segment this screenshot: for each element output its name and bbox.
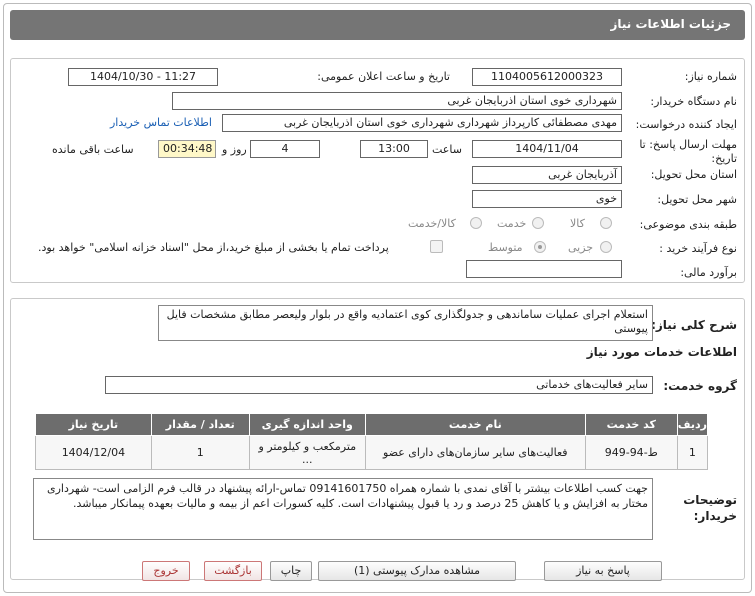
need-number-field[interactable]: 1104005612000323 (472, 68, 622, 86)
category-goods-label: کالا (570, 217, 585, 230)
buyer-org-field[interactable]: شهرداری خوی استان اذربایجان غربی (172, 92, 622, 110)
cell-name: فعالیت‌های سایر سازمان‌های دارای عضو (364, 435, 586, 470)
cell-qty: 1 (150, 435, 250, 470)
table-row[interactable]: 1 ط-94-949 فعالیت‌های سایر سازمان‌های دا… (35, 435, 709, 470)
announce-label: تاریخ و ساعت اعلان عمومی: (317, 70, 450, 83)
print-button[interactable]: چاپ (270, 561, 312, 581)
services-section-title: اطلاعات خدمات مورد نیاز (586, 345, 737, 359)
estimate-field[interactable] (466, 260, 622, 278)
col-unit: واحد اندازه گیری (248, 413, 366, 436)
process-medium-radio[interactable] (534, 241, 546, 253)
buyer-org-label: نام دستگاه خریدار: (650, 95, 737, 108)
col-qty: تعداد / مقدار (150, 413, 250, 436)
cell-row: 1 (676, 435, 709, 470)
description-label: شرح کلی نیاز: (651, 318, 737, 332)
category-both-label: کالا/خدمت (408, 217, 456, 230)
category-both-radio[interactable] (470, 217, 482, 229)
category-goods-radio[interactable] (600, 217, 612, 229)
service-group-label: گروه خدمت: (663, 379, 737, 393)
buyer-contact-link[interactable]: اطلاعات تماس خریدار (110, 116, 212, 129)
buyer-notes-label: توضیحات خریدار: (683, 493, 737, 523)
process-medium-label: متوسط (488, 241, 523, 254)
time-label: ساعت (432, 143, 462, 156)
announce-field[interactable]: 1404/10/30 - 11:27 (68, 68, 218, 86)
deadline-time-field[interactable]: 13:00 (360, 140, 428, 158)
title-bar: جزئیات اطلاعات نیاز (10, 10, 745, 40)
category-service-radio[interactable] (532, 217, 544, 229)
table-header-row: ردیف کد خدمت نام خدمت واحد اندازه گیری ت… (35, 413, 709, 436)
process-label: نوع فرآیند خرید : (659, 242, 737, 255)
days-field[interactable]: 4 (250, 140, 320, 158)
remaining-time-field: 00:34:48 (158, 140, 216, 158)
attachments-button[interactable]: مشاهده مدارک پیوستی (1) (318, 561, 516, 581)
cell-unit: مترمکعب و کیلومتر و ... (248, 435, 366, 470)
deadline-label: مهلت ارسال پاسخ: تا تاریخ: (639, 138, 737, 165)
process-small-radio[interactable] (600, 241, 612, 253)
remaining-label: ساعت باقی مانده (52, 143, 134, 156)
days-label: روز و (222, 143, 247, 156)
category-service-label: خدمت (497, 217, 527, 230)
estimate-label: برآورد مالی: (680, 266, 737, 279)
city-field[interactable]: خوی (472, 190, 622, 208)
reply-button[interactable]: پاسخ به نیاز (544, 561, 662, 581)
exit-button[interactable]: خروج (142, 561, 190, 581)
page-title: جزئیات اطلاعات نیاز (610, 17, 731, 31)
creator-field[interactable]: مهدی مصطفائی کارپرداز شهرداری شهرداری خو… (222, 114, 622, 132)
buyer-notes-textarea[interactable]: جهت کسب اطلاعات بیشتر با آقای نمدی با شم… (33, 478, 653, 540)
col-date: تاریخ نیاز (35, 413, 152, 436)
col-row: ردیف (676, 413, 709, 436)
service-group-field[interactable]: سایر فعالیت‌های خدماتی (105, 376, 653, 394)
need-number-label: شماره نیاز: (684, 70, 737, 83)
process-small-label: جزیی (568, 241, 594, 254)
province-label: استان محل تحویل: (650, 168, 737, 181)
creator-label: ایجاد کننده درخواست: (635, 118, 737, 131)
back-button[interactable]: بازگشت (204, 561, 262, 581)
col-code: کد خدمت (584, 413, 678, 436)
deadline-date-field[interactable]: 1404/11/04 (472, 140, 622, 158)
treasury-checkbox[interactable] (430, 240, 443, 253)
col-name: نام خدمت (364, 413, 586, 436)
description-textarea[interactable]: استعلام اجرای عملیات ساماندهی و جدولگذار… (158, 305, 653, 341)
payment-note: پرداخت تمام یا بخشی از مبلغ خرید،از محل … (38, 241, 389, 254)
category-label: طبقه بندی موضوعی: (639, 218, 737, 231)
cell-date: 1404/12/04 (35, 435, 152, 470)
province-field[interactable]: آذربایجان غربی (472, 166, 622, 184)
services-table: ردیف کد خدمت نام خدمت واحد اندازه گیری ت… (35, 413, 709, 470)
city-label: شهر محل تحویل: (657, 193, 737, 206)
cell-code: ط-94-949 (584, 435, 678, 470)
